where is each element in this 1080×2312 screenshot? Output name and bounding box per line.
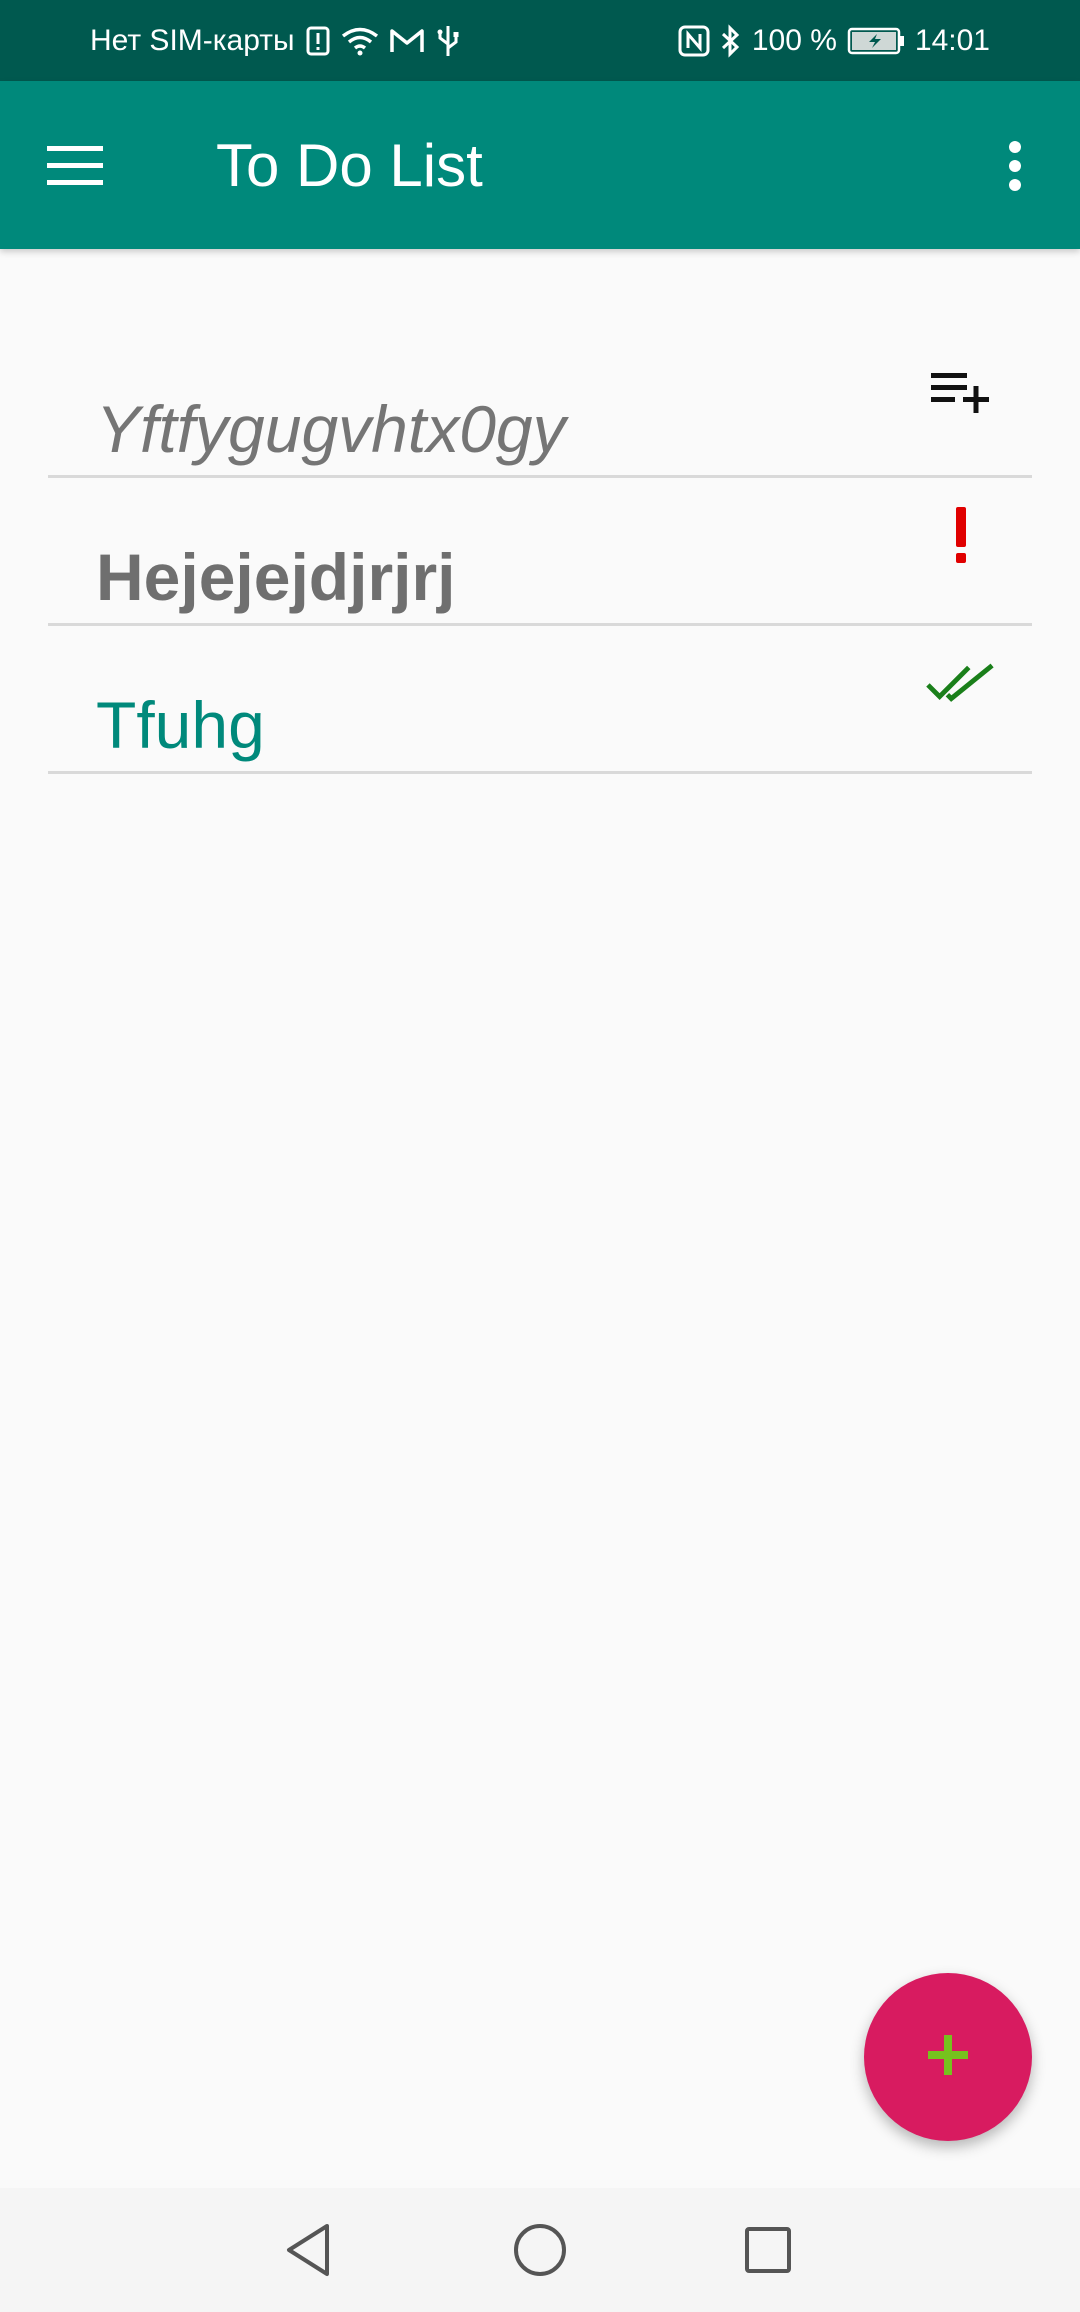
alert-icon bbox=[305, 25, 331, 57]
list-item[interactable]: Tfuhg bbox=[48, 626, 1032, 774]
add-task-button[interactable] bbox=[864, 1973, 1032, 2141]
list-item-text: Tfuhg bbox=[96, 687, 265, 762]
battery-icon bbox=[847, 27, 905, 55]
list-item-text: Hejejejdjrjrj bbox=[96, 539, 456, 614]
carrier-label: Нет SIM-карты bbox=[90, 23, 295, 57]
app-bar: To Do List bbox=[0, 81, 1080, 249]
plus-icon bbox=[926, 2033, 970, 2082]
page-title: To Do List bbox=[216, 131, 483, 199]
status-bar: Нет SIM-карты 100 % 14:01 bbox=[0, 0, 1080, 81]
new-item-input[interactable]: Yftfygugvhtx0gy bbox=[96, 390, 566, 469]
new-item-row: Yftfygugvhtx0gy bbox=[48, 330, 1032, 478]
usb-icon bbox=[435, 24, 461, 58]
navigation-bar bbox=[0, 2188, 1080, 2312]
gmail-icon bbox=[389, 27, 425, 55]
more-vertical-icon[interactable] bbox=[970, 121, 1060, 211]
back-icon[interactable] bbox=[268, 2210, 348, 2290]
bluetooth-icon bbox=[720, 23, 742, 58]
list-item[interactable]: Hejejejdjrjrj bbox=[48, 478, 1032, 626]
double-check-icon[interactable] bbox=[926, 648, 996, 718]
status-left: Нет SIM-карты bbox=[90, 0, 461, 81]
battery-percent: 100 % bbox=[751, 23, 837, 57]
exclamation-icon[interactable] bbox=[926, 500, 996, 570]
clock: 14:01 bbox=[914, 23, 990, 57]
todo-list: Yftfygugvhtx0gy Hejejejdjrjrj Tfuhg bbox=[48, 330, 1032, 774]
recents-icon[interactable] bbox=[728, 2210, 808, 2290]
home-icon[interactable] bbox=[500, 2210, 580, 2290]
wifi-icon bbox=[341, 26, 379, 56]
nfc-icon bbox=[678, 25, 710, 57]
playlist-add-icon[interactable] bbox=[926, 358, 996, 428]
hamburger-menu-icon[interactable] bbox=[30, 121, 120, 211]
status-right: 100 % 14:01 bbox=[678, 0, 990, 81]
